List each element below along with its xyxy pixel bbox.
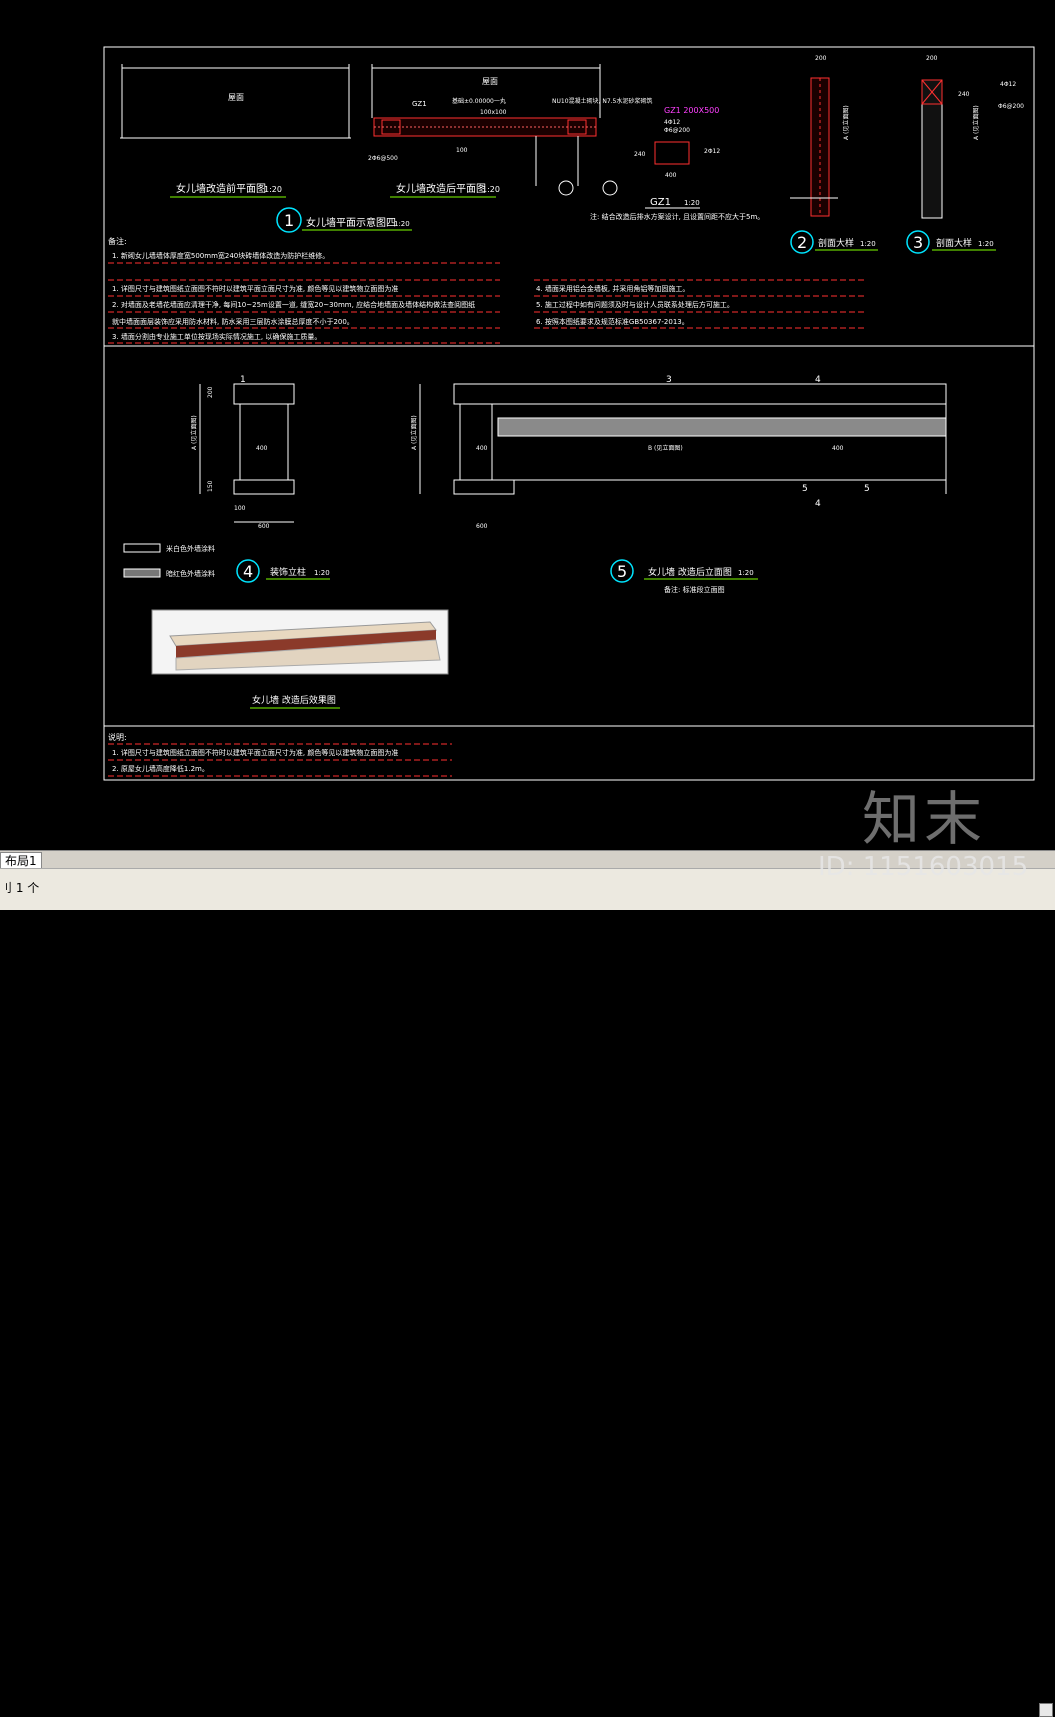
- legend: 米白色外墙涂料 暗红色外墙涂料: [123, 543, 215, 578]
- svg-text:400: 400: [832, 445, 844, 452]
- svg-text:A (见立面图): A (见立面图): [410, 415, 418, 450]
- svg-text:基础±0.00000一丸: 基础±0.00000一丸: [452, 97, 506, 105]
- cad-drawing: 屋面 女儿墙改造前平面图 1:20 屋面 GZ1 基础±0.00000一丸 10…: [103, 46, 1035, 781]
- svg-text:NU10混凝土砌块, N7.5水泥砂浆砌筑: NU10混凝土砌块, N7.5水泥砂浆砌筑: [552, 97, 652, 105]
- svg-text:4: 4: [243, 562, 253, 581]
- svg-text:2: 2: [797, 233, 807, 252]
- svg-text:2Φ6@500: 2Φ6@500: [368, 155, 398, 162]
- svg-text:2. 对墙面及老墙花墙面应清理干净, 每间10~25m设置一: 2. 对墙面及老墙花墙面应清理干净, 每间10~25m设置一道, 缝宽20~30…: [112, 300, 475, 309]
- svg-text:女儿墙 改造后效果图: 女儿墙 改造后效果图: [252, 694, 336, 706]
- svg-text:600: 600: [476, 523, 488, 530]
- svg-text:100: 100: [234, 505, 246, 512]
- plan1-inner: 屋面: [228, 93, 244, 102]
- svg-text:4Φ12: 4Φ12: [1000, 81, 1016, 88]
- svg-text:400: 400: [665, 172, 677, 179]
- svg-text:米白色外墙涂料: 米白色外墙涂料: [166, 544, 215, 553]
- plan1-scale: 1:20: [264, 185, 282, 194]
- svg-text:1. 详图尺寸与建筑图纸立面图不符时以建筑平面立面尺寸为准,: 1. 详图尺寸与建筑图纸立面图不符时以建筑平面立面尺寸为准, 颜色等见以建筑物立…: [112, 748, 398, 757]
- svg-text:3. 墙面分割由专业施工单位按现场实际情况施工, 以确保施工: 3. 墙面分割由专业施工单位按现场实际情况施工, 以确保施工质量。: [112, 332, 321, 341]
- svg-text:A (见立面图): A (见立面图): [972, 105, 980, 140]
- gz1-detail: GZ1 200X500 4Φ12 Φ6@200 2Φ12 240 400 GZ1…: [590, 106, 764, 221]
- svg-text:1:20: 1:20: [860, 240, 876, 248]
- plan2-drawing: 屋面 GZ1 基础±0.00000一丸 100x100 NU10混凝土砌块, N…: [368, 64, 652, 198]
- svg-text:剖面大样: 剖面大样: [818, 237, 854, 249]
- svg-text:装饰立柱: 装饰立柱: [270, 566, 306, 578]
- svg-text:400: 400: [256, 445, 268, 452]
- scrollbar-handle[interactable]: [1039, 1703, 1053, 1717]
- svg-text:6. 按照本图纸要求及规范标准GB50367-2013。: 6. 按照本图纸要求及规范标准GB50367-2013。: [536, 317, 689, 326]
- svg-text:说明:: 说明:: [108, 732, 127, 742]
- svg-text:1. 新砌女儿墙墙体厚度宽500mm宽240块砖墙体改造为防: 1. 新砌女儿墙墙体厚度宽500mm宽240块砖墙体改造为防护栏维修。: [112, 251, 329, 260]
- svg-text:1:20: 1:20: [684, 199, 700, 207]
- watermark-logo: 知末: [862, 785, 987, 853]
- svg-text:400: 400: [476, 445, 488, 452]
- status-text: 刂 1 个: [0, 881, 40, 895]
- svg-text:B (见立面图): B (见立面图): [648, 444, 683, 452]
- svg-text:2. 原屋女儿墙高度降低1.2m。: 2. 原屋女儿墙高度降低1.2m。: [112, 764, 209, 773]
- svg-text:240: 240: [958, 91, 970, 98]
- svg-text:备注:: 备注:: [108, 236, 127, 246]
- notes2-block: 说明: 1. 详图尺寸与建筑图纸立面图不符时以建筑平面立面尺寸为准, 颜色等见以…: [108, 732, 452, 777]
- svg-text:150: 150: [207, 480, 214, 492]
- svg-text:女儿墙改造后平面图: 女儿墙改造后平面图: [396, 182, 486, 195]
- svg-text:GZ1: GZ1: [412, 100, 427, 108]
- svg-text:GZ1: GZ1: [650, 197, 671, 208]
- notes1-block: 备注: 1. 新砌女儿墙墙体厚度宽500mm宽240块砖墙体改造为防护栏维修。 …: [108, 236, 866, 344]
- svg-text:女儿墙平面示意图四: 女儿墙平面示意图四: [306, 216, 396, 229]
- svg-text:2Φ12: 2Φ12: [704, 148, 720, 155]
- svg-text:200: 200: [207, 386, 214, 398]
- svg-text:注: 结合改造后排水方案设计, 且设置间距不应大于5m。: 注: 结合改造后排水方案设计, 且设置间距不应大于5m。: [590, 212, 764, 221]
- elevation5-detail: 3 4 B (见立面图) 400 400 A (见立面图) 5 5 4 600 …: [410, 375, 947, 594]
- svg-text:就中墙面面层装饰应采用防水材料, 防水采用三层防水涂膜总厚度: 就中墙面面层装饰应采用防水材料, 防水采用三层防水涂膜总厚度不小于200。: [112, 317, 354, 326]
- svg-text:1:20: 1:20: [482, 185, 500, 194]
- svg-text:100x100: 100x100: [480, 109, 507, 116]
- svg-text:GZ1 200X500: GZ1 200X500: [664, 106, 719, 115]
- svg-text:1:20: 1:20: [738, 569, 754, 577]
- svg-text:5: 5: [864, 484, 870, 494]
- plan1-title: 女儿墙改造前平面图: [176, 182, 266, 195]
- svg-text:3: 3: [666, 375, 672, 385]
- section3-detail: 200 4Φ12 Φ6@200 240 A (见立面图) 3 剖面大样 1:20: [906, 55, 1024, 254]
- tab-layout1[interactable]: 布局1: [0, 852, 42, 869]
- cad-canvas[interactable]: 屋面 女儿墙改造前平面图 1:20 屋面 GZ1 基础±0.00000一丸 10…: [0, 0, 1055, 853]
- svg-text:3: 3: [913, 233, 923, 252]
- svg-text:1:20: 1:20: [314, 569, 330, 577]
- svg-text:4: 4: [815, 499, 821, 509]
- svg-text:A (见立面图): A (见立面图): [842, 105, 850, 140]
- svg-text:5. 施工过程中如有问题须及时与设计人员联系处理后方可施工。: 5. 施工过程中如有问题须及时与设计人员联系处理后方可施工。: [536, 300, 734, 309]
- svg-text:女儿墙 改造后立面图: 女儿墙 改造后立面图: [648, 566, 732, 578]
- svg-text:100: 100: [456, 147, 468, 154]
- svg-text:1:20: 1:20: [978, 240, 994, 248]
- watermark-id: ID: 1151603015: [818, 852, 1029, 882]
- svg-text:1:20: 1:20: [394, 220, 410, 228]
- drawing1-badge: 1 女儿墙平面示意图四 1:20: [276, 207, 412, 233]
- svg-text:A (见立面图): A (见立面图): [190, 415, 198, 450]
- svg-text:Φ6@200: Φ6@200: [998, 103, 1024, 110]
- svg-text:暗红色外墙涂料: 暗红色外墙涂料: [166, 569, 215, 578]
- svg-text:剖面大样: 剖面大样: [936, 237, 972, 249]
- svg-text:5: 5: [802, 484, 808, 494]
- svg-text:1: 1: [240, 375, 246, 385]
- svg-text:1. 详图尺寸与建筑图纸立面图不符时以建筑平面立面尺寸为准,: 1. 详图尺寸与建筑图纸立面图不符时以建筑平面立面尺寸为准, 颜色等见以建筑物立…: [112, 284, 398, 293]
- plan1-drawing: 屋面 女儿墙改造前平面图 1:20: [120, 64, 351, 198]
- svg-text:4Φ12: 4Φ12: [664, 119, 680, 126]
- svg-text:Φ6@200: Φ6@200: [664, 127, 690, 134]
- svg-text:4: 4: [815, 375, 821, 385]
- svg-text:备注: 标准段立面图: 备注: 标准段立面图: [664, 585, 725, 594]
- svg-text:1: 1: [284, 211, 294, 230]
- section2-detail: 200 A (见立面图) 2 剖面大样 1:20: [790, 55, 878, 254]
- svg-text:屋面: 屋面: [482, 77, 498, 86]
- svg-text:200: 200: [815, 55, 827, 62]
- svg-text:4. 墙面采用铝合金墙板, 并采用角铝等加固施工。: 4. 墙面采用铝合金墙板, 并采用角铝等加固施工。: [536, 284, 689, 293]
- render-image: 女儿墙 改造后效果图: [151, 609, 449, 709]
- svg-text:200: 200: [926, 55, 938, 62]
- svg-text:600: 600: [258, 523, 270, 530]
- svg-text:5: 5: [617, 562, 627, 581]
- svg-text:240: 240: [634, 151, 646, 158]
